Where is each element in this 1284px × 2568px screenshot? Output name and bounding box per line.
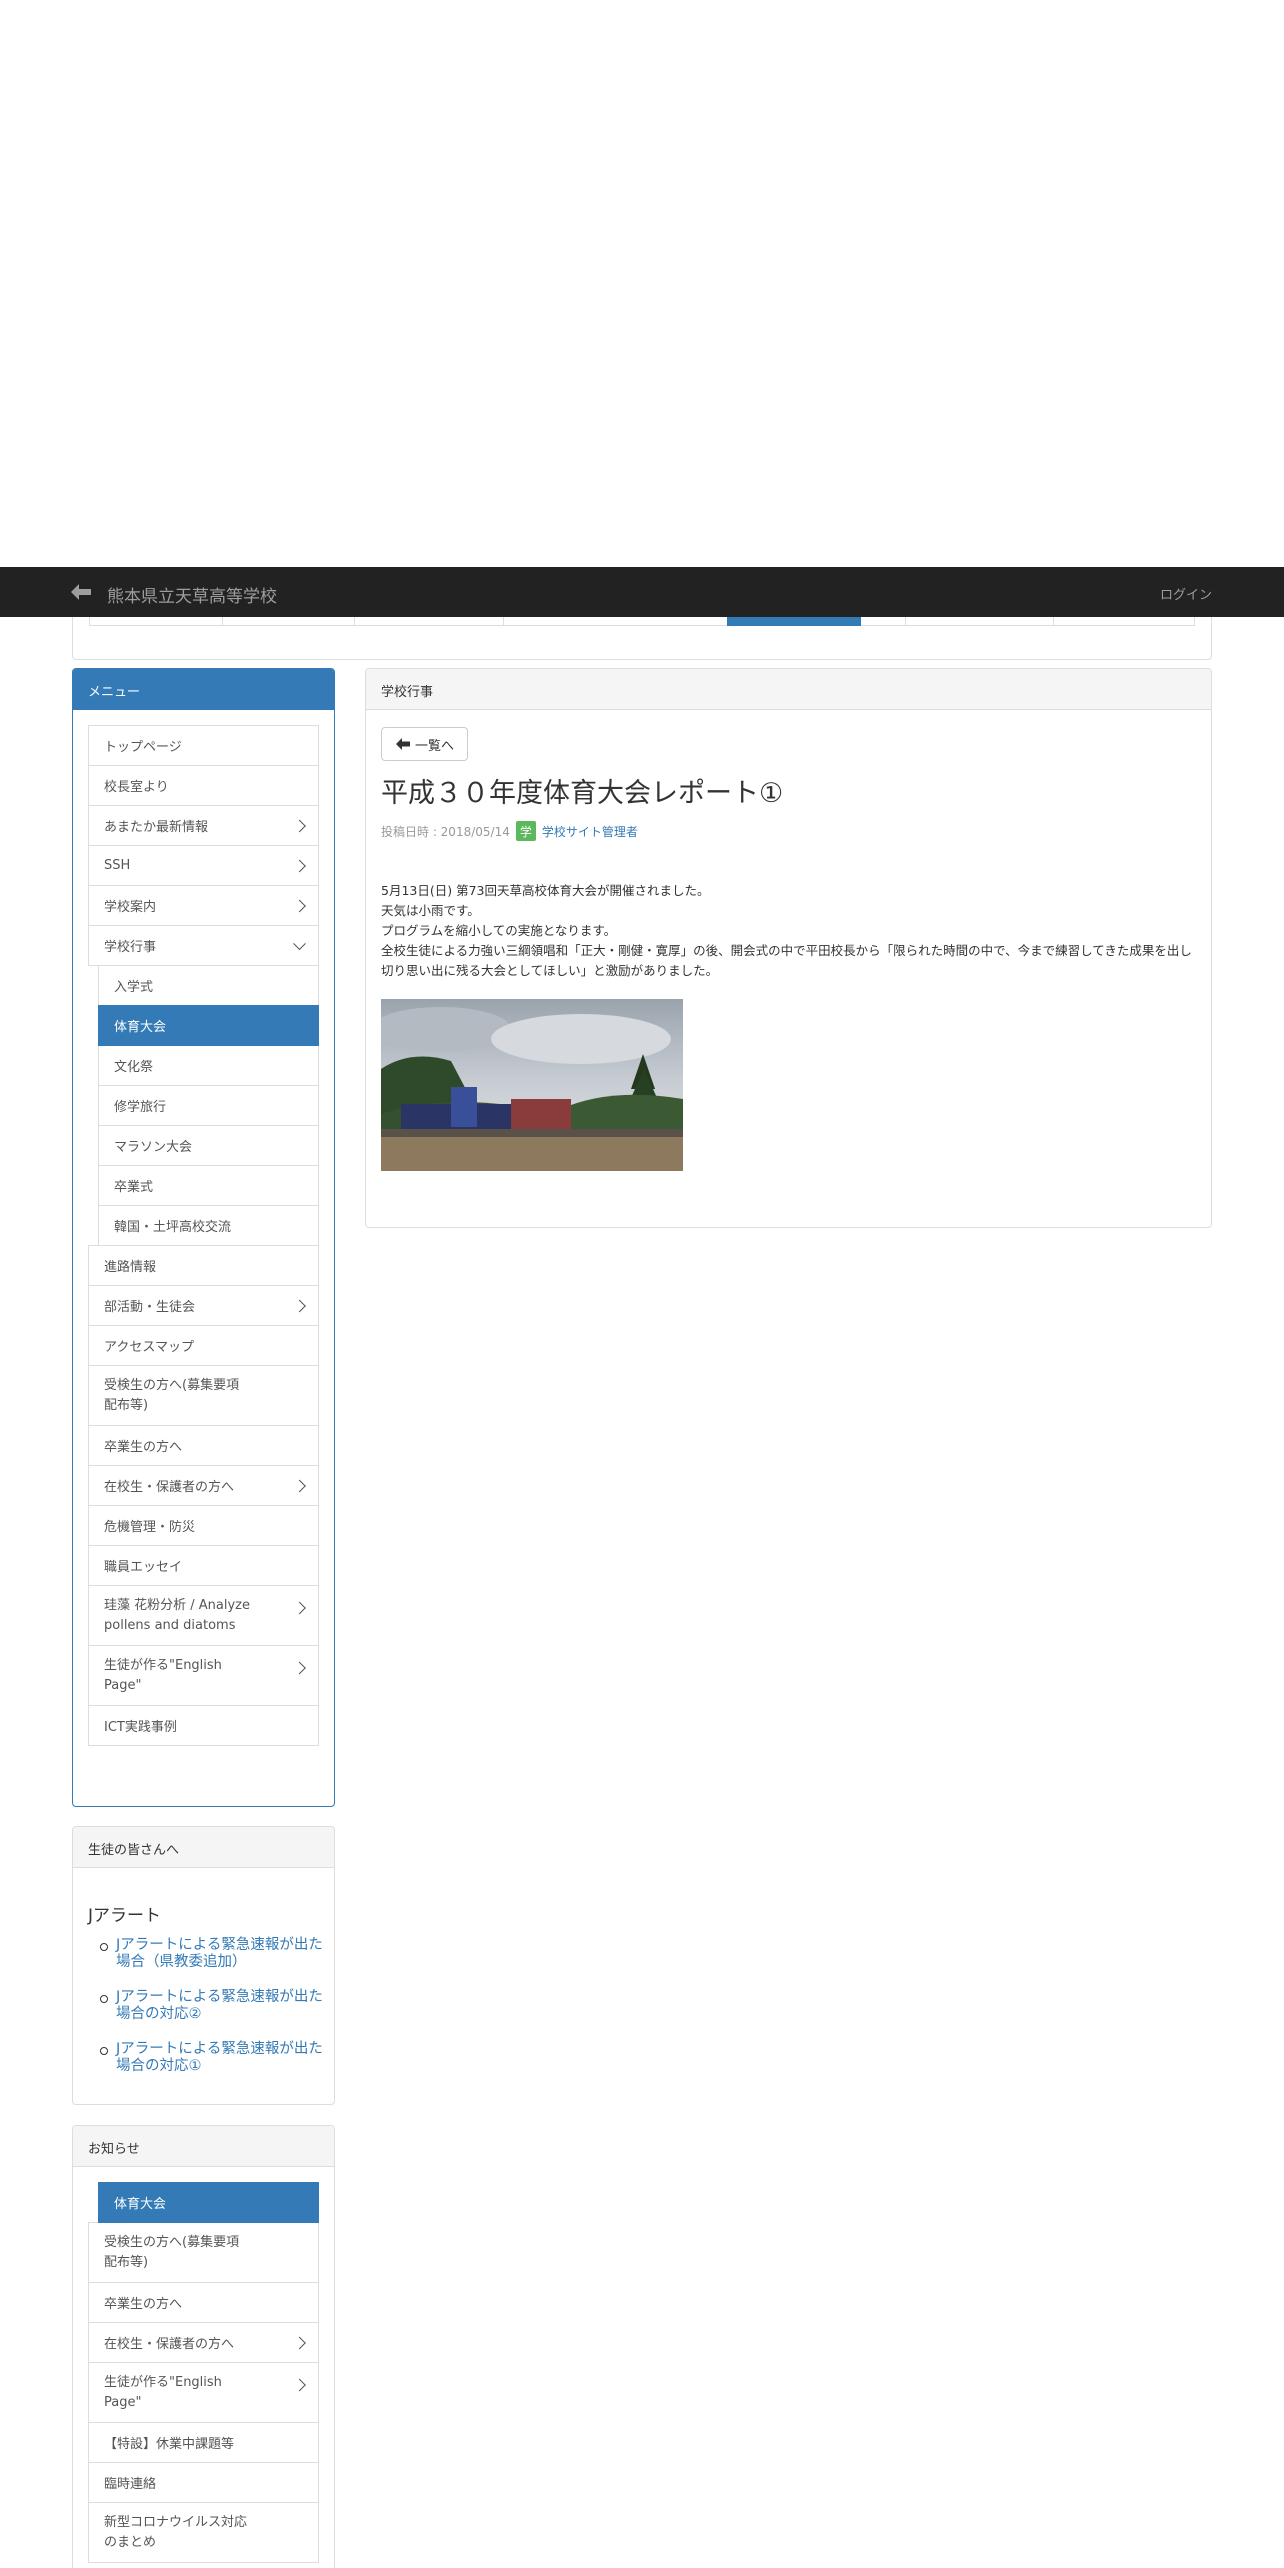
jalert-link[interactable]: Jアラートによる緊急速報が出た場合（県教委追加） bbox=[116, 1937, 323, 1970]
news-item-alumni[interactable]: 卒業生の方へ bbox=[88, 2282, 319, 2323]
photo-image bbox=[381, 999, 683, 1171]
jalert-link[interactable]: Jアラートによる緊急速報が出た場合の対応① bbox=[116, 2041, 323, 2074]
news-item-students-parents[interactable]: 在校生・保護者の方へ bbox=[88, 2322, 319, 2363]
chevron-right-icon bbox=[293, 2336, 306, 2349]
menu-item-latest-news[interactable]: あまたか最新情報 bbox=[88, 805, 319, 846]
back-button-label: 一覧へ bbox=[415, 737, 455, 753]
menu-item-school-guide[interactable]: 学校案内 bbox=[88, 885, 319, 926]
menu-item-applicants[interactable]: 受検生の方へ(募集要項 配布等) bbox=[88, 1365, 319, 1426]
menu-item-diatoms[interactable]: 珪藻 花粉分析 / Analyze pollens and diatoms bbox=[88, 1585, 319, 1646]
post-meta: 投稿日時 : 2018/05/14 学 学校サイト管理者 bbox=[381, 821, 638, 841]
menu-subitem-graduation[interactable]: 卒業式 bbox=[98, 1165, 319, 1206]
news-item-sports-day[interactable]: 体育大会 bbox=[98, 2182, 319, 2223]
sports-day-photo[interactable] bbox=[381, 999, 683, 1171]
chevron-down-icon bbox=[293, 936, 306, 950]
menu-item-career[interactable]: 進路情報 bbox=[88, 1245, 319, 1286]
posted-date: 投稿日時 : 2018/05/14 bbox=[381, 824, 510, 839]
chevron-right-icon bbox=[293, 1299, 306, 1312]
menu-item-crisis-management[interactable]: 危機管理・防災 bbox=[88, 1505, 319, 1546]
news-panel: お知らせ 体育大会 受検生の方へ(募集要項 配布等) 卒業生の方へ 在校生・保護… bbox=[72, 2125, 335, 2568]
menu-subitem-entrance[interactable]: 入学式 bbox=[98, 965, 319, 1006]
main-panel-heading: 学校行事 bbox=[366, 669, 1211, 710]
menu-panel-heading: メニュー bbox=[73, 669, 334, 710]
menu-item-principal[interactable]: 校長室より bbox=[88, 765, 319, 806]
news-item-english-page[interactable]: 生徒が作る"English Page" bbox=[88, 2362, 319, 2423]
news-item-covid[interactable]: 新型コロナウイルス対応 のまとめ bbox=[88, 2502, 319, 2563]
menu-item-ict[interactable]: ICT実践事例 bbox=[88, 1705, 319, 1746]
menu-item-ssh[interactable]: SSH bbox=[88, 845, 319, 886]
chevron-right-icon bbox=[293, 819, 306, 832]
jalert-section-title: Jアラート bbox=[88, 1906, 162, 1926]
menu-subitem-sports-day[interactable]: 体育大会 bbox=[98, 1005, 319, 1046]
chevron-right-icon bbox=[293, 899, 306, 912]
students-panel: 生徒の皆さんへ Jアラート Jアラートによる緊急速報が出た場合（県教委追加） J… bbox=[72, 1826, 335, 2105]
post-paragraph: プログラムを縮小しての実施となります。 bbox=[381, 923, 617, 938]
post-paragraph: 全校生徒による力強い三綱領唱和「正大・剛健・寛厚」の後、開会式の中で平田校長から… bbox=[381, 943, 1192, 978]
main-content-panel: 学校行事 一覧へ 平成３０年度体育大会レポート① 投稿日時 : 2018/05/… bbox=[365, 668, 1212, 1228]
chevron-right-icon bbox=[293, 2378, 306, 2392]
top-navbar: 熊本県立天草高等学校 ログイン bbox=[0, 567, 1284, 617]
post-paragraph: 天気は小雨です。 bbox=[381, 903, 480, 918]
news-panel-heading: お知らせ bbox=[73, 2126, 334, 2167]
chevron-right-icon bbox=[293, 1601, 306, 1615]
menu-subitem-school-trip[interactable]: 修学旅行 bbox=[98, 1085, 319, 1126]
news-item-homework[interactable]: 【特設】休業中課題等 bbox=[88, 2422, 319, 2463]
chevron-right-icon bbox=[293, 1661, 306, 1675]
news-item-applicants[interactable]: 受検生の方へ(募集要項 配布等) bbox=[88, 2222, 319, 2283]
post-body: 5月13日(日) 第73回天草高校体育大会が開催されました。 天気は小雨です。 … bbox=[381, 881, 1201, 981]
menu-subitem-marathon[interactable]: マラソン大会 bbox=[98, 1125, 319, 1166]
author-badge: 学 bbox=[515, 821, 536, 841]
students-panel-heading: 生徒の皆さんへ bbox=[73, 1827, 334, 1868]
arrow-left-icon[interactable] bbox=[70, 583, 92, 601]
menu-subitem-korea-exchange[interactable]: 韓国・土坪高校交流 bbox=[98, 1205, 319, 1246]
jalert-link[interactable]: Jアラートによる緊急速報が出た場合の対応② bbox=[116, 1989, 323, 2022]
site-title[interactable]: 熊本県立天草高等学校 bbox=[107, 582, 277, 607]
list-item: Jアラートによる緊急速報が出た場合（県教委追加） bbox=[88, 1937, 323, 1971]
list-item: Jアラートによる緊急速報が出た場合の対応② bbox=[88, 1989, 323, 2023]
menu-item-alumni[interactable]: 卒業生の方へ bbox=[88, 1425, 319, 1466]
back-to-list-button[interactable]: 一覧へ bbox=[381, 727, 468, 761]
menu-item-students-parents[interactable]: 在校生・保護者の方へ bbox=[88, 1465, 319, 1506]
news-item-urgent[interactable]: 臨時連絡 bbox=[88, 2462, 319, 2503]
arrow-left-icon bbox=[396, 738, 410, 750]
menu-item-top-page[interactable]: トップページ bbox=[88, 725, 319, 766]
menu-item-school-events[interactable]: 学校行事 bbox=[88, 925, 319, 966]
list-item: Jアラートによる緊急速報が出た場合の対応① bbox=[88, 2041, 323, 2075]
menu-panel: メニュー トップページ 校長室より あまたか最新情報 SSH 学校案内 学校行事… bbox=[72, 668, 335, 1807]
menu-item-staff-essay[interactable]: 職員エッセイ bbox=[88, 1545, 319, 1586]
jalert-link-list: Jアラートによる緊急速報が出た場合（県教委追加） Jアラートによる緊急速報が出た… bbox=[88, 1937, 323, 2093]
menu-item-clubs[interactable]: 部活動・生徒会 bbox=[88, 1285, 319, 1326]
menu-item-english-page[interactable]: 生徒が作る"English Page" bbox=[88, 1645, 319, 1706]
post-title: 平成３０年度体育大会レポート① bbox=[381, 778, 784, 809]
post-paragraph: 5月13日(日) 第73回天草高校体育大会が開催されました。 bbox=[381, 883, 710, 898]
chevron-right-icon bbox=[293, 1479, 306, 1492]
login-link[interactable]: ログイン bbox=[1160, 584, 1212, 603]
author-link[interactable]: 学校サイト管理者 bbox=[542, 823, 638, 840]
menu-subitem-culture-fest[interactable]: 文化祭 bbox=[98, 1045, 319, 1086]
news-list: 体育大会 受検生の方へ(募集要項 配布等) 卒業生の方へ 在校生・保護者の方へ … bbox=[88, 2182, 319, 2563]
menu-list: トップページ 校長室より あまたか最新情報 SSH 学校案内 学校行事 入学式 … bbox=[88, 725, 319, 1746]
chevron-right-icon bbox=[293, 859, 306, 872]
menu-item-access-map[interactable]: アクセスマップ bbox=[88, 1325, 319, 1366]
